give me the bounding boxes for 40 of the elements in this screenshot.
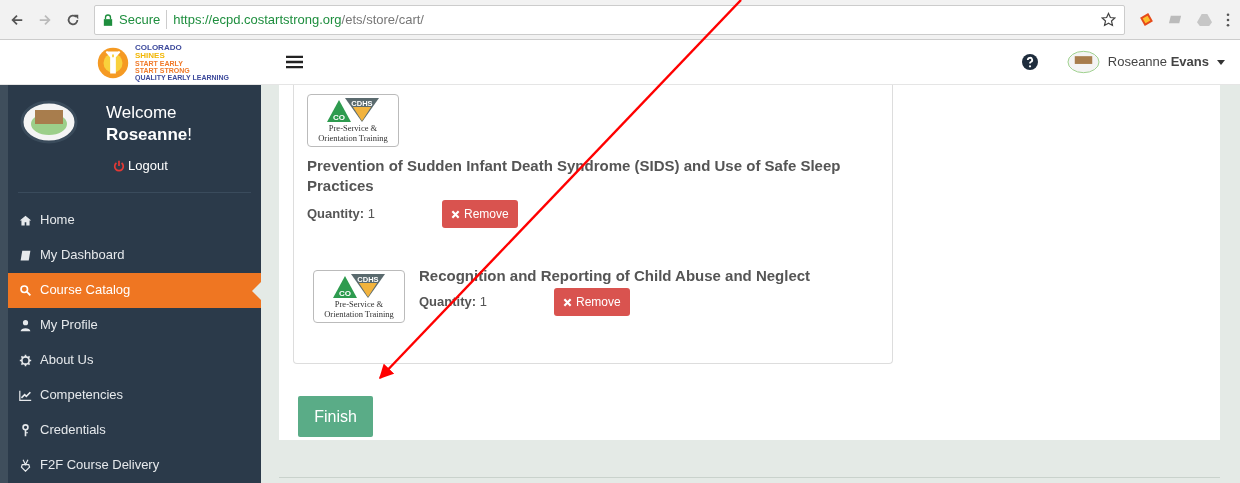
- nav-icon: [19, 283, 32, 297]
- sidebar-item[interactable]: Competencies: [8, 377, 261, 413]
- avatar-icon: [1066, 50, 1100, 74]
- sidebar-item[interactable]: My Profile: [8, 307, 261, 343]
- menu-icon[interactable]: [286, 55, 303, 69]
- badge-text: Pre-Service & Orientation Training: [318, 123, 388, 143]
- nav-icon: [19, 423, 32, 437]
- sidebar-item[interactable]: Credentials: [8, 412, 261, 448]
- nav-icon: [19, 248, 32, 262]
- menu-icon[interactable]: [1226, 12, 1230, 27]
- close-icon: [451, 209, 460, 219]
- user-name: Roseanne!: [106, 124, 192, 146]
- reload-icon[interactable]: [66, 12, 80, 27]
- nav-icon: [19, 353, 32, 367]
- caret-icon: [1217, 59, 1225, 65]
- remove-button[interactable]: Remove: [554, 288, 630, 316]
- sidebar-item[interactable]: F2F Course Delivery: [8, 447, 261, 483]
- star-icon[interactable]: [1101, 12, 1116, 27]
- badge-text: Pre-Service & Orientation Training: [324, 299, 394, 319]
- quantity-text: Quantity: 1: [307, 205, 376, 224]
- address-bar[interactable]: Secure https://ecpd.costartstrong.org/ets/store/cart/: [94, 4, 1125, 35]
- remove-button[interactable]: Remove: [442, 200, 518, 228]
- sidebar-item[interactable]: About Us: [8, 342, 261, 378]
- lock-icon: [103, 13, 113, 26]
- nav-icon: [19, 318, 32, 332]
- logout-link[interactable]: Logout: [113, 156, 168, 176]
- avatar-icon: [20, 100, 78, 144]
- back-icon[interactable]: [10, 12, 24, 27]
- welcome-text: Welcome: [106, 102, 178, 124]
- sidebar-item[interactable]: My Dashboard: [8, 237, 261, 273]
- nav-icon: [19, 213, 32, 227]
- secure-label: Secure: [119, 9, 168, 30]
- help-icon[interactable]: [1021, 54, 1038, 70]
- url-text: https://ecpd.costartstrong.org/ets/store/cart/: [173, 10, 424, 29]
- close-icon: [563, 297, 572, 307]
- nav-icon: [19, 388, 32, 402]
- power-icon: [113, 159, 125, 172]
- sidebar-item[interactable]: Home: [8, 202, 261, 238]
- nav-icon: [19, 458, 32, 472]
- user-menu[interactable]: Roseanne Evans: [1066, 50, 1225, 74]
